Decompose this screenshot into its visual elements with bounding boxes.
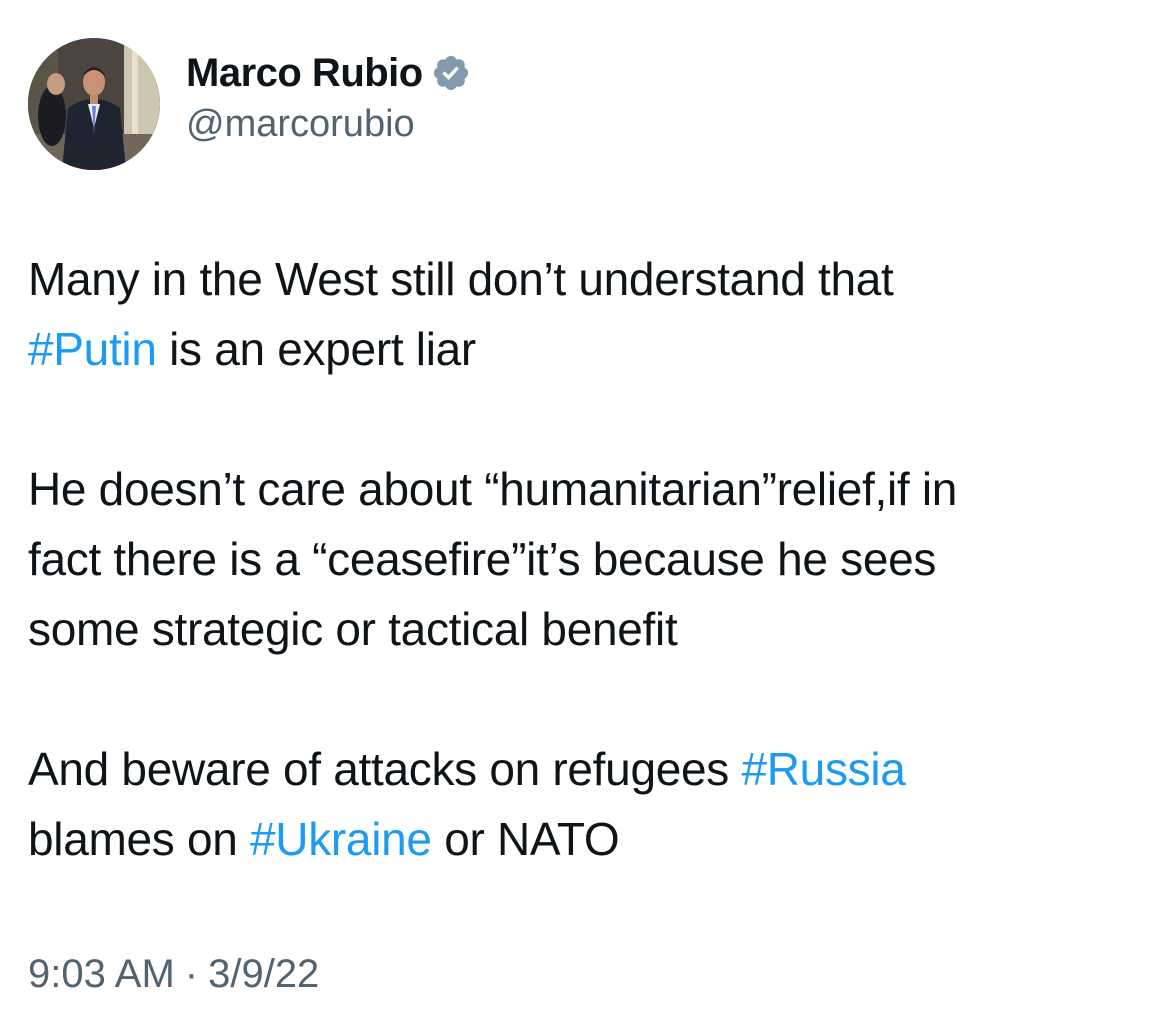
tweet-header: Marco Rubio @marcorubio [28, 38, 471, 170]
tweet-line: fact there is a “ceasefire”it’s because … [28, 524, 1148, 594]
author-display-name[interactable]: Marco Rubio [186, 49, 423, 97]
avatar[interactable] [28, 38, 160, 170]
tweet-paragraph: He doesn’t care about “humanitarian”reli… [28, 454, 1148, 664]
tweet-text-segment: some strategic or tactical benefit [28, 603, 678, 655]
tweet-text-segment: And beware of attacks on refugees [28, 743, 742, 795]
tweet-line: And beware of attacks on refugees #Russi… [28, 734, 1148, 804]
tweet-paragraph: And beware of attacks on refugees #Russi… [28, 734, 1148, 874]
author-name-row[interactable]: Marco Rubio [186, 49, 471, 97]
hashtag-link[interactable]: #Putin [28, 323, 157, 375]
tweet-date[interactable]: 3/9/22 [208, 952, 319, 996]
tweet-line: some strategic or tactical benefit [28, 594, 1148, 664]
tweet-text-segment: fact there is a “ceasefire”it’s because … [28, 533, 937, 585]
verified-badge-icon[interactable] [431, 53, 471, 93]
tweet-line: He doesn’t care about “humanitarian”reli… [28, 454, 1148, 524]
meta-separator: · [184, 952, 199, 996]
tweet-timestamp: 9:03 AM · 3/9/22 [28, 946, 319, 1002]
author-info: Marco Rubio @marcorubio [186, 49, 471, 147]
tweet-text-segment: blames on [28, 813, 251, 865]
tweet-line: #Putin is an expert liar [28, 314, 1148, 384]
author-handle[interactable]: @marcorubio [186, 101, 471, 147]
tweet-line: Many in the West still don’t understand … [28, 244, 1148, 314]
tweet-text-segment: is an expert liar [156, 323, 476, 375]
tweet-text-segment: He doesn’t care about “humanitarian”reli… [28, 463, 958, 515]
tweet-time[interactable]: 9:03 AM [28, 952, 175, 996]
hashtag-link[interactable]: #Russia [741, 743, 905, 795]
tweet-text-segment: or NATO [431, 813, 620, 865]
tweet-line: blames on #Ukraine or NATO [28, 804, 1148, 874]
tweet-paragraph: Many in the West still don’t understand … [28, 244, 1148, 384]
tweet-text: Many in the West still don’t understand … [28, 244, 1148, 874]
hashtag-link[interactable]: #Ukraine [250, 813, 432, 865]
tweet-text-segment: Many in the West still don’t understand … [28, 253, 894, 305]
